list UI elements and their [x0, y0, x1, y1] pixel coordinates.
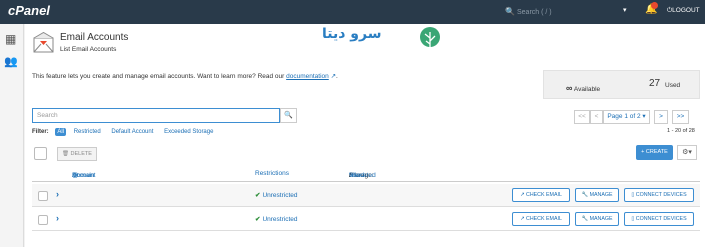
- filter-exceeded-storage[interactable]: Exceeded Storage: [164, 129, 213, 135]
- table-header: Account ⌃ @ Domain Restrictions Storage:…: [32, 168, 700, 182]
- filter-default-account[interactable]: Default Account: [111, 129, 153, 135]
- restriction-text: Unrestricted: [262, 216, 298, 223]
- logout-label: LOGOUT: [672, 7, 700, 14]
- filter-restricted[interactable]: Restricted: [74, 129, 101, 135]
- sidebar: ▦ 👥: [0, 24, 24, 247]
- sort-percent[interactable]: %: [349, 172, 355, 179]
- phone-icon: ▯: [631, 192, 635, 198]
- check-email-label: CHECK EMAIL: [526, 216, 562, 222]
- brand-watermark: سرو دیتا: [322, 26, 440, 52]
- manage-label: MANAGE: [589, 216, 613, 222]
- expand-row-icon[interactable]: ›: [56, 189, 59, 199]
- global-search-placeholder: Search ( / ): [517, 9, 552, 16]
- manage-button[interactable]: 🔧 MANAGE: [575, 212, 619, 226]
- tree-logo-icon: [420, 27, 440, 48]
- check-email-button[interactable]: ↗ CHECK EMAIL: [512, 188, 570, 202]
- infinity-icon: ∞: [566, 83, 573, 93]
- documentation-link[interactable]: documentation: [286, 73, 329, 80]
- wrench-icon: 🔧: [581, 192, 589, 198]
- manage-button[interactable]: 🔧 MANAGE: [575, 188, 619, 202]
- first-page-button[interactable]: <<: [574, 110, 590, 124]
- external-link-icon: ↗: [520, 216, 525, 222]
- restrictions-header[interactable]: Restrictions: [255, 170, 289, 177]
- external-link-icon: ↗: [520, 192, 525, 198]
- cpanel-logo[interactable]: cPanel: [8, 3, 50, 18]
- page-subtitle: List Email Accounts: [60, 46, 117, 53]
- manage-label: MANAGE: [589, 192, 613, 198]
- envelope-icon: [33, 32, 54, 53]
- available-stat: ∞ Available: [566, 83, 600, 93]
- phone-icon: ▯: [631, 216, 635, 222]
- search-button[interactable]: 🔍: [280, 108, 297, 123]
- global-search[interactable]: 🔍 Search ( / ): [505, 3, 605, 21]
- brand-text: سرو دیتا: [322, 26, 382, 42]
- results-range: 1 - 20 of 28: [667, 128, 695, 134]
- create-button[interactable]: + CREATE: [636, 145, 673, 160]
- connect-devices-label: CONNECT DEVICES: [635, 216, 687, 222]
- delete-label: DELETE: [70, 151, 92, 157]
- restriction-status: ✔ Unrestricted: [255, 215, 298, 223]
- search-icon: 🔍: [505, 7, 515, 16]
- connect-devices-button[interactable]: ▯ CONNECT DEVICES: [624, 212, 694, 226]
- used-label: Used: [665, 82, 681, 89]
- users-icon[interactable]: 👥: [4, 55, 18, 68]
- check-icon: ✔: [255, 192, 261, 199]
- top-navigation-bar: cPanel 🔍 Search ( / ) ▾ 🔔 ⏻LOGOUT: [0, 0, 705, 24]
- table-row: › ✔ Unrestricted ↗ CHECK EMAIL 🔧 MANAGE ▯…: [32, 208, 700, 231]
- account-stats: ∞ Available 27 Used: [543, 70, 700, 99]
- row-checkbox[interactable]: [38, 215, 48, 225]
- available-label: Available: [573, 86, 601, 93]
- filter-bar: Filter: All Restricted Default Account E…: [32, 128, 222, 136]
- filter-all[interactable]: All: [55, 128, 67, 136]
- expand-row-icon[interactable]: ›: [56, 213, 59, 223]
- user-menu-chevron[interactable]: ▾: [623, 6, 627, 14]
- used-count: 27: [649, 78, 661, 89]
- search-input[interactable]: Search: [32, 108, 280, 123]
- restriction-status: ✔ Unrestricted: [255, 191, 298, 199]
- gear-icon: ⚙: [682, 149, 689, 156]
- main-content: Email Accounts List Email Accounts سرو د…: [25, 24, 705, 247]
- select-all-checkbox[interactable]: [34, 147, 47, 160]
- next-page-button[interactable]: >: [654, 110, 668, 124]
- wrench-icon: 🔧: [581, 216, 589, 222]
- check-icon: ✔: [255, 216, 261, 223]
- check-email-label: CHECK EMAIL: [526, 192, 562, 198]
- trash-icon: 🗑: [62, 151, 70, 157]
- filter-label: Filter:: [32, 129, 49, 135]
- restriction-text: Unrestricted: [262, 192, 298, 199]
- connect-devices-label: CONNECT DEVICES: [635, 192, 687, 198]
- row-checkbox[interactable]: [38, 191, 48, 201]
- prev-page-button[interactable]: <: [590, 110, 603, 124]
- grid-icon[interactable]: ▦: [5, 32, 16, 46]
- check-email-button[interactable]: ↗ CHECK EMAIL: [512, 212, 570, 226]
- description-text: This feature lets you create and manage …: [32, 73, 285, 80]
- description-end: .: [336, 73, 338, 80]
- last-page-button[interactable]: >>: [672, 110, 689, 124]
- page-description: This feature lets you create and manage …: [32, 72, 338, 80]
- page-title: Email Accounts: [60, 32, 129, 43]
- logout-button[interactable]: ⏻LOGOUT: [667, 7, 700, 15]
- notification-badge: [651, 2, 658, 9]
- delete-button[interactable]: 🗑 DELETE: [57, 147, 97, 161]
- table-row: › ✔ Unrestricted ↗ CHECK EMAIL 🔧 MANAGE ▯…: [32, 184, 700, 207]
- search-icon: 🔍: [284, 112, 293, 119]
- domain-header: Domain: [72, 172, 95, 179]
- page-select[interactable]: Page 1 of 2 ▾: [603, 110, 650, 124]
- settings-dropdown[interactable]: ⚙▾: [677, 145, 697, 160]
- connect-devices-button[interactable]: ▯ CONNECT DEVICES: [624, 188, 694, 202]
